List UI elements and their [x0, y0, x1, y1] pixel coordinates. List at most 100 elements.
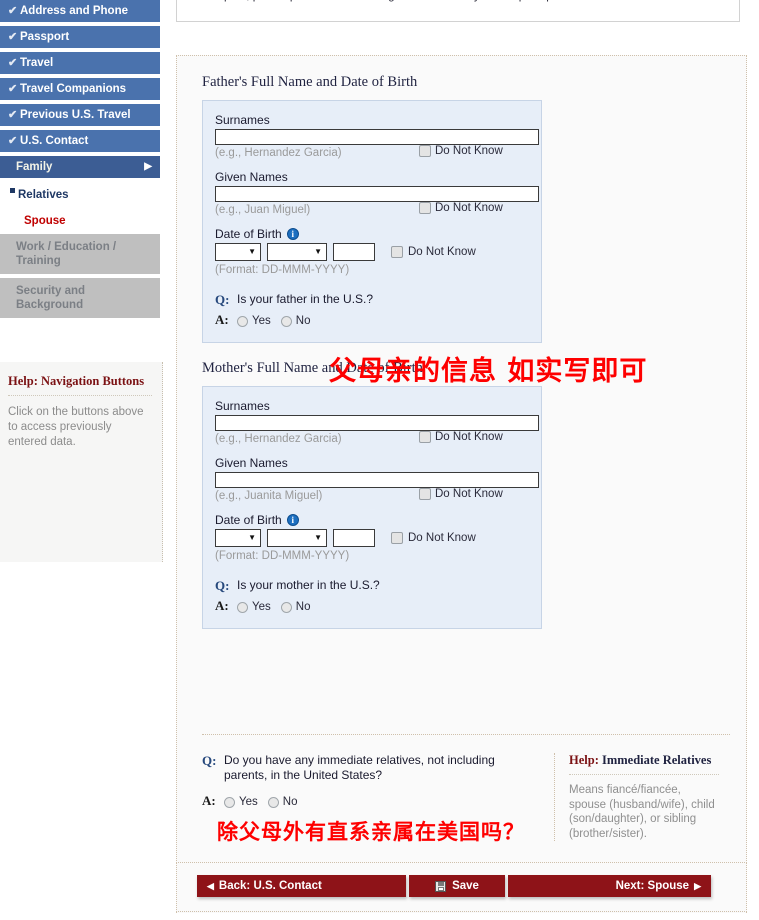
radio-icon[interactable]	[237, 315, 248, 327]
check-icon: ✔	[8, 109, 18, 121]
mother-dob-label: Date of Birth	[215, 513, 282, 527]
mother-surnames-hint: (e.g., Hernandez Garcia)	[215, 433, 342, 445]
sidebar-item-relatives[interactable]: Relatives	[0, 182, 160, 208]
mother-surnames-input[interactable]	[215, 415, 539, 431]
help-body: Means fiancé/fiancée, spouse (husband/wi…	[569, 784, 715, 840]
father-dob-year-input[interactable]	[333, 243, 375, 261]
checkbox-icon[interactable]	[419, 431, 431, 443]
main-content: Father's Full Name and Date of Birth Sur…	[176, 55, 747, 913]
arrow-left-icon: ◀	[207, 881, 214, 891]
mother-surnames-label: Surnames	[215, 399, 270, 413]
mother-given-names-do-not-know[interactable]: Do Not Know	[419, 488, 529, 500]
chevron-right-icon: ▶	[144, 161, 152, 172]
sidebar-item-label: Address and Phone	[20, 5, 128, 17]
help-title-key: Help:	[569, 753, 599, 767]
father-in-us-question: Is your father in the U.S.?	[237, 292, 374, 306]
save-button-label: Save	[452, 880, 479, 892]
radio-icon[interactable]	[280, 315, 292, 327]
father-dob-do-not-know[interactable]: Do Not Know	[391, 246, 476, 258]
father-given-names-hint: (e.g., Juan Miguel)	[215, 204, 311, 216]
immediate-relatives-no-radio[interactable]: No	[267, 796, 298, 808]
check-icon: ✔	[8, 57, 18, 69]
sidebar-item-label: Work / Education / Training	[16, 241, 117, 267]
sidebar-item-travel-companions[interactable]: ✔ Travel Companions	[0, 78, 160, 100]
sidebar-item-spouse[interactable]: Spouse	[0, 208, 160, 234]
radio-icon[interactable]	[280, 601, 292, 613]
immediate-relatives-help-panel: Help: Immediate Relatives Means fiancé/f…	[554, 753, 719, 841]
mother-dob-year-input[interactable]	[333, 529, 375, 547]
checkbox-icon[interactable]	[419, 145, 431, 157]
father-panel: Surnames (e.g., Hernandez Garcia) Do Not…	[202, 100, 542, 343]
father-given-names-do-not-know[interactable]: Do Not Know	[419, 202, 529, 214]
chevron-down-icon: ▼	[314, 533, 322, 542]
mother-in-us-question-block: Q: Is your mother in the U.S.? A: Yes No	[215, 578, 529, 614]
chevron-down-icon: ▼	[314, 247, 322, 256]
immediate-relatives-yes-radio[interactable]: Yes	[224, 796, 258, 808]
father-surnames-input[interactable]	[215, 129, 539, 145]
check-icon: ✔	[8, 31, 18, 43]
question-marker: Q:	[215, 578, 230, 593]
father-in-us-yes-radio[interactable]: Yes	[237, 315, 271, 327]
radio-label: No	[282, 796, 298, 808]
mother-given-names-label: Given Names	[215, 456, 288, 470]
sidebar-item-travel[interactable]: ✔ Travel	[0, 52, 160, 74]
father-dob-label-row: Date of Birth i	[215, 227, 529, 241]
info-icon[interactable]: i	[286, 514, 299, 526]
checkbox-label: Do Not Know	[408, 532, 476, 544]
next-button-label: Next: Spouse	[615, 880, 690, 892]
sidebar-item-family[interactable]: Family ▶	[0, 156, 160, 178]
save-disk-icon	[435, 880, 447, 892]
chevron-down-icon: ▼	[248, 247, 256, 256]
father-surnames-do-not-know[interactable]: Do Not Know	[419, 145, 529, 157]
sidebar: ✔ Address and Phone ✔ Passport ✔ Travel ✔ Tr…	[0, 0, 163, 920]
check-icon: ✔	[8, 83, 18, 95]
radio-label: No	[295, 315, 311, 327]
answer-marker: A:	[215, 598, 229, 613]
checkbox-icon[interactable]	[391, 532, 403, 544]
mother-dob-day-select[interactable]: ▼	[215, 529, 261, 547]
radio-icon[interactable]	[267, 796, 279, 808]
sidebar-item-label: Travel Companions	[20, 83, 127, 95]
mother-given-names-input[interactable]	[215, 472, 539, 488]
sidebar-item-passport[interactable]: ✔ Passport	[0, 26, 160, 48]
mother-dob-do-not-know[interactable]: Do Not Know	[391, 532, 476, 544]
sidebar-item-previous-us-travel[interactable]: ✔ Previous U.S. Travel	[0, 104, 160, 126]
answer-marker: A:	[215, 312, 229, 327]
checkbox-icon[interactable]	[419, 488, 431, 500]
mother-in-us-yes-radio[interactable]: Yes	[237, 601, 271, 613]
radio-label: Yes	[252, 601, 271, 613]
father-given-names-label: Given Names	[215, 170, 288, 184]
father-in-us-no-radio[interactable]: No	[280, 315, 311, 327]
mother-in-us-no-radio[interactable]: No	[280, 601, 310, 613]
next-button[interactable]: Next: Spouse ▶	[508, 875, 711, 897]
mother-panel: Surnames (e.g., Hernandez Garcia) Do Not…	[202, 386, 542, 629]
sidebar-help-title: Help: Navigation Buttons	[8, 374, 152, 396]
checkbox-label: Do Not Know	[435, 488, 503, 500]
radio-icon[interactable]	[237, 601, 248, 613]
sidebar-item-label: Previous U.S. Travel	[20, 109, 131, 121]
sidebar-subitem-label: Relatives	[18, 189, 69, 201]
arrow-right-icon: ▶	[694, 881, 701, 891]
sidebar-item-us-contact[interactable]: ✔ U.S. Contact	[0, 130, 160, 152]
checkbox-icon[interactable]	[419, 202, 431, 214]
check-icon: ✔	[8, 135, 18, 147]
sidebar-item-label: U.S. Contact	[20, 135, 89, 147]
sidebar-item-address-and-phone[interactable]: ✔ Address and Phone	[0, 0, 160, 22]
mother-dob-month-select[interactable]: ▼	[267, 529, 327, 547]
checkbox-label: Do Not Know	[408, 246, 476, 258]
father-dob-month-select[interactable]: ▼	[267, 243, 327, 261]
father-surnames-hint: (e.g., Hernandez Garcia)	[215, 147, 342, 159]
back-button[interactable]: ◀ Back: U.S. Contact	[197, 875, 406, 897]
father-section-title: Father's Full Name and Date of Birth	[202, 74, 418, 90]
adoptive-parents-note: are adopted, please provide the followin…	[176, 0, 740, 22]
info-icon[interactable]: i	[286, 228, 299, 240]
mother-surnames-do-not-know[interactable]: Do Not Know	[419, 431, 529, 443]
father-dob-day-select[interactable]: ▼	[215, 243, 261, 261]
save-button[interactable]: Save	[409, 875, 505, 897]
radio-label: Yes	[239, 796, 258, 808]
mother-in-us-question: Is your mother in the U.S.?	[237, 578, 380, 592]
checkbox-label: Do Not Know	[435, 431, 503, 443]
father-given-names-input[interactable]	[215, 186, 539, 202]
checkbox-icon[interactable]	[391, 246, 403, 258]
radio-icon[interactable]	[224, 796, 235, 808]
